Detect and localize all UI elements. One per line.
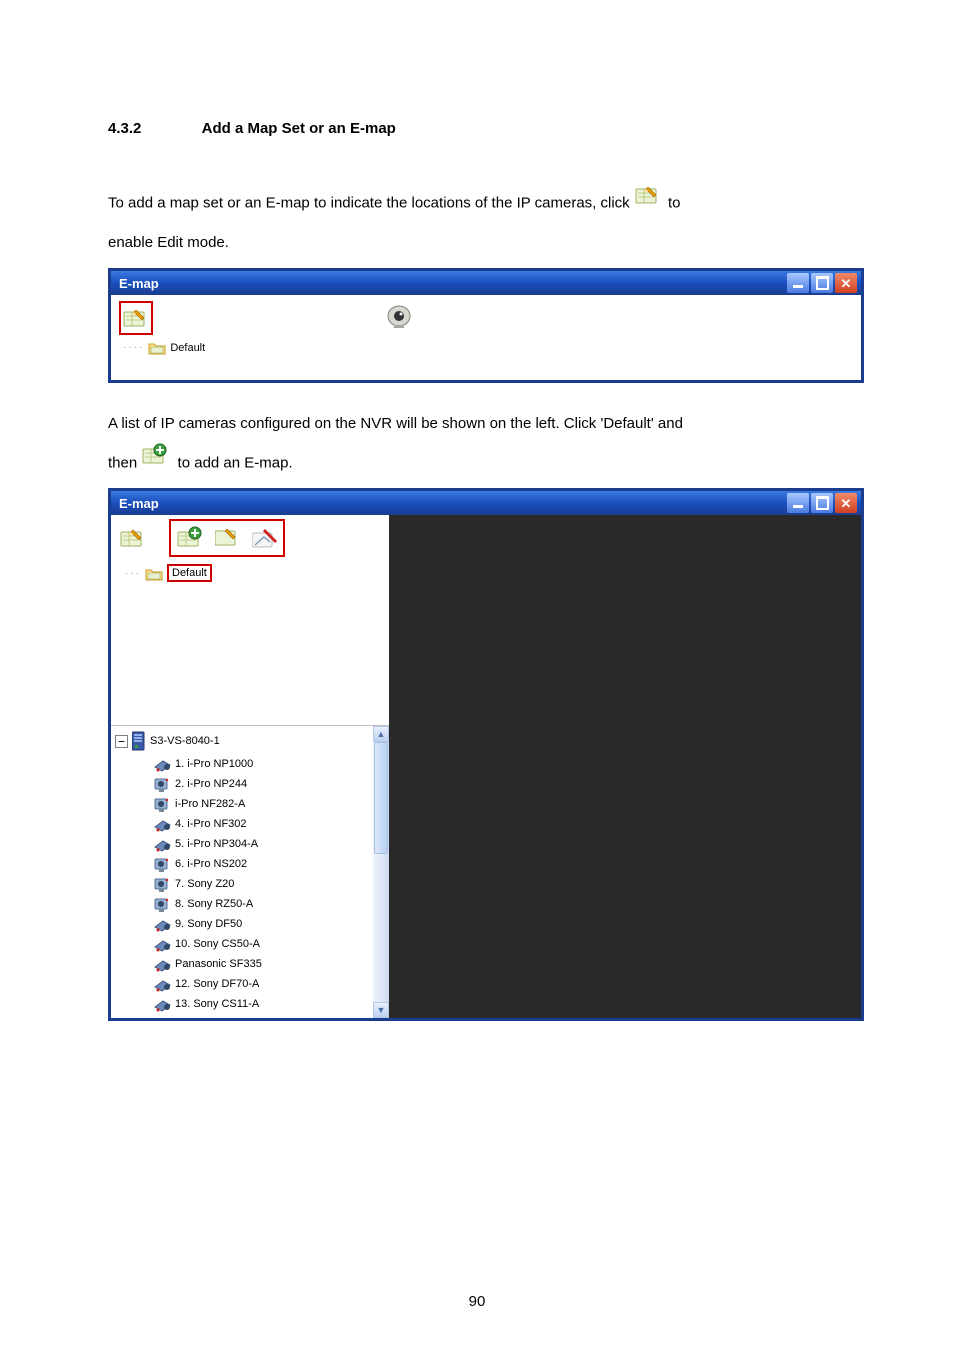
paragraph-2: A list of IP cameras configured on the N…	[108, 409, 864, 439]
map-canvas[interactable]	[389, 515, 861, 1018]
p1-a: To add a map set or an E-map to indicate…	[108, 194, 634, 211]
camera-label: 4. i-Pro NF302	[175, 818, 247, 830]
tree-connector: ···	[125, 568, 141, 579]
titlebar[interactable]: E-map ✕	[111, 491, 861, 515]
delete-map-button[interactable]	[249, 522, 281, 554]
camera-item[interactable]: Panasonic SF335	[113, 954, 389, 974]
fixed-camera-icon	[153, 875, 171, 893]
emap-window-1: E-map ✕ ···· Default	[108, 268, 864, 383]
fixed-camera-icon	[153, 795, 171, 813]
paragraph-1-line-2: enable Edit mode.	[108, 228, 864, 258]
map-action-group	[169, 519, 285, 557]
camera-label: 8. Sony RZ50-A	[175, 898, 253, 910]
fixed-camera-icon	[153, 895, 171, 913]
ptz-camera-icon	[153, 955, 171, 973]
ptz-camera-icon	[153, 755, 171, 773]
ptz-camera-icon	[153, 915, 171, 933]
add-map-button[interactable]	[173, 522, 205, 554]
edit-mode-icon	[634, 183, 664, 220]
fixed-camera-icon	[153, 855, 171, 873]
folder-icon	[145, 566, 163, 581]
p3-a: then	[108, 454, 141, 471]
heading-text: Add a Map Set or an E-map	[202, 120, 396, 137]
camera-item[interactable]: 2. i-Pro NP244	[113, 774, 389, 794]
edit-mode-button[interactable]	[119, 301, 153, 335]
camera-label: 5. i-Pro NP304-A	[175, 838, 258, 850]
tree-label: Default	[170, 342, 205, 354]
close-button[interactable]: ✕	[835, 493, 857, 513]
camera-label: 10. Sony CS50-A	[175, 938, 260, 950]
camera-label: 13. Sony CS11-A	[175, 998, 259, 1010]
camera-label: 2. i-Pro NP244	[175, 778, 247, 790]
camera-item[interactable]: 13. Sony CS11-A	[113, 994, 389, 1014]
scroll-up-button[interactable]: ▲	[373, 726, 389, 742]
ptz-camera-icon	[153, 975, 171, 993]
ptz-camera-icon	[153, 935, 171, 953]
left-pane: ··· Default − S3-VS-8040-1 1. i-Pro NP10…	[111, 515, 389, 1018]
maximize-button[interactable]	[811, 493, 833, 513]
tree-node-default[interactable]: ···· Default	[123, 339, 861, 356]
folder-icon	[148, 340, 166, 355]
server-icon	[132, 730, 146, 752]
camera-item[interactable]: 6. i-Pro NS202	[113, 854, 389, 874]
window-title: E-map	[119, 496, 159, 511]
root-label: S3-VS-8040-1	[150, 735, 220, 747]
titlebar[interactable]: E-map ✕	[111, 271, 861, 295]
ptz-camera-icon	[153, 835, 171, 853]
p3-b: to add an E-map.	[178, 454, 293, 471]
emap-window-2: E-map ✕	[108, 488, 864, 1021]
fixed-camera-icon	[153, 775, 171, 793]
camera-item[interactable]: 1. i-Pro NP1000	[113, 754, 389, 774]
fixed-camera-icon	[153, 1015, 171, 1018]
edit-map-button[interactable]	[211, 522, 243, 554]
camera-label: Panasonic SF335	[175, 958, 262, 970]
camera-item[interactable]: 8. Sony RZ50-A	[113, 894, 389, 914]
camera-item[interactable]: 10. Sony CS50-A	[113, 934, 389, 954]
page-number: 90	[0, 1293, 954, 1310]
collapse-icon[interactable]: −	[115, 735, 128, 748]
tree-label: Default	[167, 564, 212, 582]
ptz-camera-icon	[153, 995, 171, 1013]
camera-item[interactable]: 9. Sony DF50	[113, 914, 389, 934]
tree-node-default[interactable]: ··· Default	[125, 563, 389, 583]
scroll-thumb[interactable]	[374, 742, 388, 854]
window-title: E-map	[119, 276, 159, 291]
scroll-down-button[interactable]: ▼	[373, 1002, 389, 1018]
tree-root[interactable]: − S3-VS-8040-1	[113, 728, 389, 754]
heading-number: 4.3.2	[108, 120, 198, 137]
camera-item[interactable]: 12. Sony DF70-A	[113, 974, 389, 994]
camera-item[interactable]: i-Pro NF282-A	[113, 794, 389, 814]
maximize-button[interactable]	[811, 273, 833, 293]
camera-tree: − S3-VS-8040-1 1. i-Pro NP1000 2. i-Pro N…	[111, 725, 389, 1018]
ptz-camera-icon	[153, 815, 171, 833]
camera-label: 9. Sony DF50	[175, 918, 242, 930]
add-map-icon	[141, 443, 173, 480]
minimize-button[interactable]	[787, 493, 809, 513]
camera-label: 1. i-Pro NP1000	[175, 758, 253, 770]
camera-item[interactable]: 5. i-Pro NP304-A	[113, 834, 389, 854]
camera-label: 7. Sony Z20	[175, 878, 234, 890]
camera-label: 6. i-Pro NS202	[175, 858, 247, 870]
camera-item[interactable]: 14. Sony RZ30	[113, 1014, 389, 1018]
edit-mode-button[interactable]	[117, 522, 149, 554]
camera-label: 12. Sony DF70-A	[175, 978, 259, 990]
camera-item[interactable]: 7. Sony Z20	[113, 874, 389, 894]
camera-item[interactable]: 4. i-Pro NF302	[113, 814, 389, 834]
camera-label: i-Pro NF282-A	[175, 798, 245, 810]
tree-connector: ····	[123, 342, 144, 353]
p1-b: to	[668, 194, 681, 211]
section-heading: 4.3.2 Add a Map Set or an E-map	[108, 120, 864, 137]
webcam-icon[interactable]	[383, 301, 415, 333]
paragraph-1-line-1: To add a map set or an E-map to indicate…	[108, 185, 864, 222]
close-button[interactable]: ✕	[835, 273, 857, 293]
minimize-button[interactable]	[787, 273, 809, 293]
scrollbar[interactable]: ▲ ▼	[373, 726, 389, 1018]
paragraph-3: then to add an E-map.	[108, 445, 864, 482]
